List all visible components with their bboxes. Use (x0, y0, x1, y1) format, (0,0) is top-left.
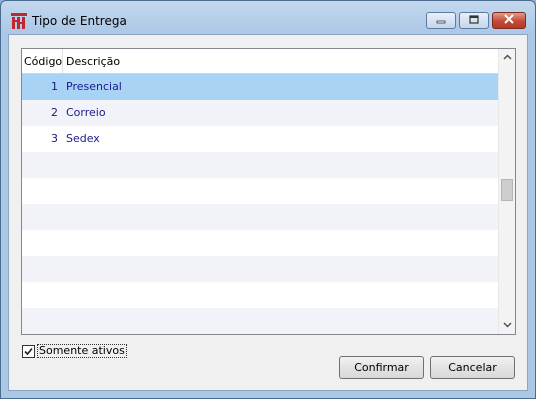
maximize-button[interactable] (459, 12, 489, 29)
table-row[interactable]: 2 Correio (22, 100, 498, 126)
close-button[interactable] (492, 12, 526, 29)
delivery-type-grid[interactable]: Código Descrição 1 Presencial 2 Correio … (21, 48, 516, 335)
cell-description: Sedex (66, 132, 100, 145)
app-logo-icon (11, 13, 27, 29)
confirm-button[interactable]: Confirmar (339, 356, 424, 379)
vertical-scrollbar[interactable] (498, 49, 515, 334)
close-icon (504, 14, 514, 27)
table-row[interactable] (22, 282, 498, 308)
minimize-icon (436, 14, 446, 27)
chevron-down-icon (502, 321, 512, 331)
only-active-checkbox[interactable]: Somente ativos (22, 344, 127, 358)
cell-description: Correio (66, 106, 106, 119)
column-header-description[interactable]: Descrição (66, 49, 366, 73)
dialog-window: Tipo de Entrega Código Descrição 1 Prese… (0, 0, 536, 399)
maximize-icon (469, 14, 479, 27)
only-active-label[interactable]: Somente ativos (37, 344, 127, 358)
cancel-button[interactable]: Cancelar (430, 356, 515, 379)
grid-rows: 1 Presencial 2 Correio 3 Sedex (22, 74, 498, 334)
table-row[interactable]: 1 Presencial (22, 74, 498, 100)
checkmark-icon (24, 347, 33, 355)
cell-code: 1 (51, 80, 58, 93)
table-row[interactable] (22, 178, 498, 204)
scroll-up-button[interactable] (499, 49, 515, 66)
window-title: Tipo de Entrega (32, 14, 127, 28)
scroll-down-button[interactable] (499, 317, 515, 334)
cell-code: 3 (51, 132, 58, 145)
checkbox-box[interactable] (22, 344, 35, 358)
column-header-code[interactable]: Código (22, 49, 63, 73)
table-row[interactable]: 3 Sedex (22, 126, 498, 152)
cell-description: Presencial (66, 80, 122, 93)
table-row[interactable] (22, 204, 498, 230)
minimize-button[interactable] (426, 12, 456, 29)
title-bar[interactable]: Tipo de Entrega (1, 1, 535, 35)
table-row[interactable] (22, 308, 498, 334)
table-row[interactable] (22, 256, 498, 282)
dialog-client-area: Código Descrição 1 Presencial 2 Correio … (8, 34, 528, 391)
table-row[interactable] (22, 230, 498, 256)
cell-code: 2 (51, 106, 58, 119)
scrollbar-thumb[interactable] (501, 179, 513, 201)
table-row[interactable] (22, 152, 498, 178)
grid-header: Código Descrição (22, 49, 498, 74)
chevron-up-icon (502, 53, 512, 63)
